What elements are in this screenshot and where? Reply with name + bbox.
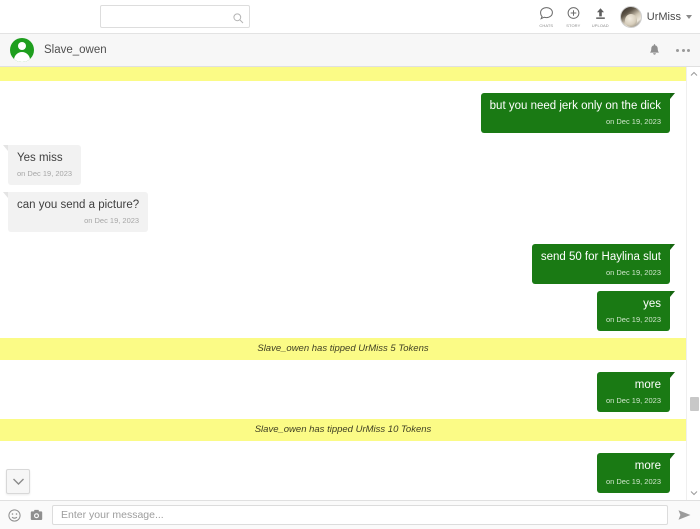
conversation-header: Slave_owen xyxy=(0,34,700,67)
outgoing-message-bubble[interactable]: more on Dec 19, 2023 xyxy=(596,372,676,412)
message-text: Yes miss xyxy=(17,152,63,164)
chevron-down-icon xyxy=(12,478,24,485)
message-text: yes xyxy=(643,298,661,310)
chevron-down-icon xyxy=(686,15,692,19)
chat-application: CHATS STORY UPLOAD UrMiss Slave_owen but… xyxy=(0,0,700,529)
outgoing-message-bubble[interactable]: more on Dec 19, 2023 xyxy=(596,453,676,493)
top-navigation-bar: CHATS STORY UPLOAD UrMiss xyxy=(0,0,700,34)
message-row: but you need jerk only on the dick on De… xyxy=(0,93,686,133)
message-row: Yes miss on Dec 19, 2023 xyxy=(0,145,686,185)
avatar xyxy=(619,6,642,28)
message-text: more xyxy=(634,379,661,391)
contact-name: Slave_owen xyxy=(44,44,107,56)
scrollbar-thumb[interactable] xyxy=(690,397,699,411)
incoming-message-bubble[interactable]: Yes miss on Dec 19, 2023 xyxy=(2,145,82,185)
message-list: Slave_owen has tipped UrMiss 5 Tokens bu… xyxy=(0,67,700,500)
message-row: yes on Dec 19, 2023 xyxy=(0,291,686,331)
message-timestamp: on Dec 19, 2023 xyxy=(17,169,73,178)
outgoing-message-bubble[interactable]: send 50 for Haylina slut on Dec 19, 2023 xyxy=(531,244,676,284)
scroll-to-bottom-button[interactable] xyxy=(6,469,30,494)
nav-label-story: STORY xyxy=(566,22,581,28)
tip-banner: Slave_owen has tipped UrMiss 10 Tokens xyxy=(0,419,686,441)
more-options-icon[interactable] xyxy=(676,49,690,52)
message-composer xyxy=(0,500,700,529)
nav-label-chats: CHATS xyxy=(539,22,554,28)
dots-glyph xyxy=(676,49,690,52)
tip-banner: Slave_owen has tipped UrMiss 5 Tokens xyxy=(0,338,686,360)
profile-name: UrMiss xyxy=(646,11,681,23)
message-row: more on Dec 19, 2023 xyxy=(0,453,686,493)
message-timestamp: on Dec 19, 2023 xyxy=(605,396,661,405)
add-story-icon xyxy=(566,6,581,21)
message-timestamp: on Dec 19, 2023 xyxy=(84,216,140,225)
chat-bubble-icon xyxy=(539,6,554,21)
nav-item-upload[interactable]: UPLOAD xyxy=(587,1,614,33)
message-timestamp: on Dec 19, 2023 xyxy=(605,477,661,486)
message-row: can you send a picture? on Dec 19, 2023 xyxy=(0,192,686,232)
profile-menu[interactable]: UrMiss xyxy=(619,6,692,28)
emoji-icon[interactable] xyxy=(8,508,21,522)
message-row: more on Dec 19, 2023 xyxy=(0,372,686,412)
nav-item-story[interactable]: STORY xyxy=(560,1,587,33)
outgoing-message-bubble[interactable]: but you need jerk only on the dick on De… xyxy=(480,93,676,133)
message-timestamp: on Dec 19, 2023 xyxy=(605,268,661,277)
tip-banner-remainder xyxy=(0,73,686,81)
camera-icon[interactable] xyxy=(30,509,43,521)
send-button[interactable] xyxy=(677,509,692,521)
incoming-message-bubble[interactable]: can you send a picture? on Dec 19, 2023 xyxy=(2,192,149,232)
nav-item-chats[interactable]: CHATS xyxy=(533,1,560,33)
search-input[interactable] xyxy=(100,5,250,28)
conversation-actions xyxy=(649,34,690,67)
notification-bell-icon[interactable] xyxy=(649,44,660,57)
scrollbar-down-arrow[interactable] xyxy=(687,486,700,500)
message-text: but you need jerk only on the dick xyxy=(489,100,661,112)
search-container xyxy=(100,5,250,28)
tip-banner: Slave_owen has tipped UrMiss 5 Tokens xyxy=(0,67,686,73)
message-text: can you send a picture? xyxy=(17,199,140,211)
message-input[interactable] xyxy=(52,505,668,525)
upload-icon xyxy=(593,6,608,21)
message-text: more xyxy=(634,460,661,472)
message-timestamp: on Dec 19, 2023 xyxy=(605,117,661,126)
contact-avatar xyxy=(10,38,34,62)
outgoing-message-bubble[interactable]: yes on Dec 19, 2023 xyxy=(596,291,676,331)
nav-right-group: CHATS STORY UPLOAD UrMiss xyxy=(533,0,692,34)
message-text: send 50 for Haylina slut xyxy=(540,251,661,263)
message-scrollbar[interactable] xyxy=(686,67,700,500)
message-scroll-area: Slave_owen has tipped UrMiss 5 Tokens bu… xyxy=(0,67,686,500)
message-timestamp: on Dec 19, 2023 xyxy=(605,315,661,324)
message-row: send 50 for Haylina slut on Dec 19, 2023 xyxy=(0,244,686,284)
scrollbar-up-arrow[interactable] xyxy=(687,67,700,81)
nav-label-upload: UPLOAD xyxy=(591,22,609,28)
